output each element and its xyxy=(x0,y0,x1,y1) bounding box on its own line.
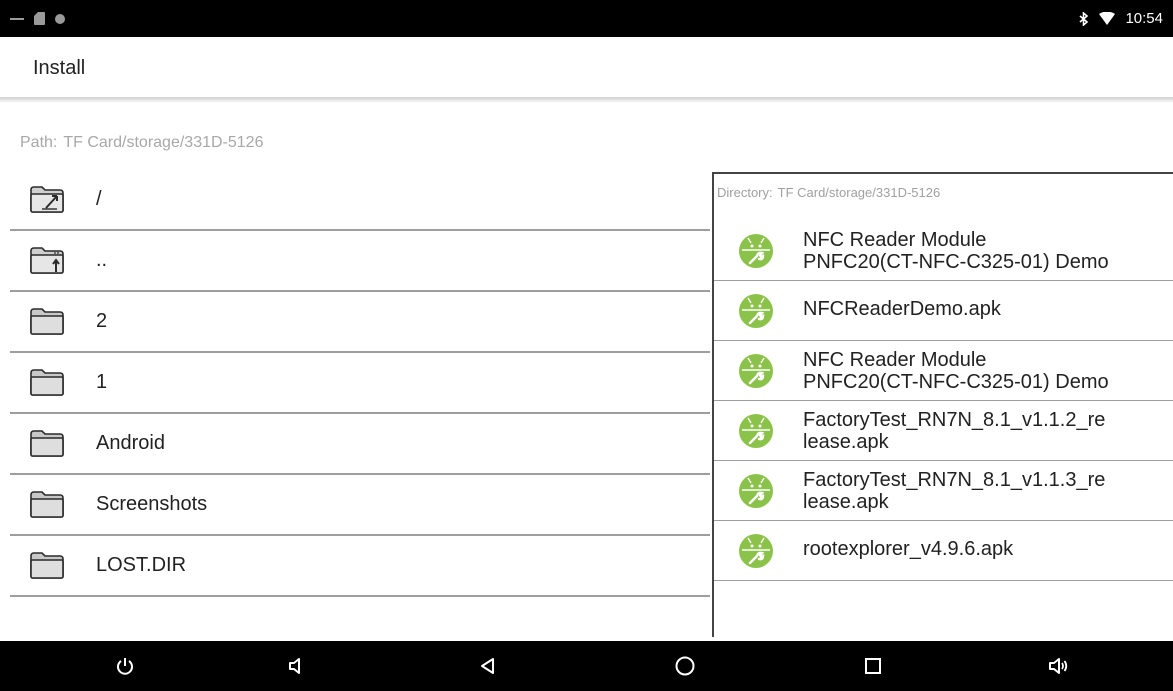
home-button[interactable] xyxy=(665,641,705,691)
apk-name: NFC Reader Module PNFC20(CT-NFC-C325-01)… xyxy=(803,229,1109,273)
status-bar: 10:54 xyxy=(0,0,1173,37)
apk-name: NFC Reader Module PNFC20(CT-NFC-C325-01)… xyxy=(803,349,1109,393)
android-apk-icon xyxy=(739,414,773,448)
back-button[interactable] xyxy=(468,641,508,691)
apk-row[interactable]: NFC Reader Module PNFC20(CT-NFC-C325-01)… xyxy=(714,221,1173,281)
android-apk-icon xyxy=(739,234,773,268)
directory-header: Directory: TF Card/storage/331D-5126 xyxy=(717,185,940,200)
folder-up-icon xyxy=(30,247,64,274)
folder-icon xyxy=(30,491,64,518)
power-button[interactable] xyxy=(105,641,145,691)
minus-icon xyxy=(10,17,24,20)
file-name: / xyxy=(96,188,102,210)
page-title: Install xyxy=(33,57,86,79)
path-bar: Path: TF Card/storage/331D-5126 xyxy=(20,134,263,152)
apk-row[interactable]: FactoryTest_RN7N_8.1_v1.1.2_re lease.apk xyxy=(714,401,1173,461)
power-icon xyxy=(117,658,133,675)
navigation-bar xyxy=(0,641,1173,691)
file-name: LOST.DIR xyxy=(96,554,187,576)
directory-value: TF Card/storage/331D-5126 xyxy=(777,185,941,200)
directory-label: Directory: xyxy=(717,185,773,200)
folder-root-icon xyxy=(30,186,64,213)
recents-icon xyxy=(865,658,881,674)
volume-down-icon xyxy=(289,658,300,674)
apk-picker-dialog: Directory: TF Card/storage/331D-5126 NFC … xyxy=(712,172,1173,637)
android-apk-icon xyxy=(739,294,773,328)
file-row-root[interactable]: / xyxy=(10,170,710,231)
folder-row[interactable]: 1 xyxy=(10,353,710,414)
folder-icon xyxy=(30,552,64,579)
status-time: 10:54 xyxy=(1125,10,1163,27)
folder-icon xyxy=(30,430,64,457)
record-icon xyxy=(55,13,65,24)
apk-name: rootexplorer_v4.9.6.apk xyxy=(803,538,1014,560)
android-apk-icon xyxy=(739,354,773,388)
file-name: .. xyxy=(96,249,108,271)
path-label: Path: xyxy=(20,134,58,151)
bluetooth-icon xyxy=(1079,11,1089,26)
file-name: 2 xyxy=(96,310,108,332)
back-icon xyxy=(481,658,494,674)
path-value: TF Card/storage/331D-5126 xyxy=(63,134,264,151)
home-icon xyxy=(675,656,695,676)
action-bar: Install xyxy=(0,37,1173,97)
folder-icon xyxy=(30,308,64,335)
apk-name: FactoryTest_RN7N_8.1_v1.1.2_re lease.apk xyxy=(803,409,1106,453)
file-name: 1 xyxy=(96,371,108,393)
action-bar-shadow xyxy=(0,97,1173,103)
apk-row[interactable]: FactoryTest_RN7N_8.1_v1.1.3_re lease.apk xyxy=(714,461,1173,521)
android-apk-icon xyxy=(739,534,773,568)
apk-row[interactable]: rootexplorer_v4.9.6.apk xyxy=(714,521,1173,581)
folder-row[interactable]: Android xyxy=(10,414,710,475)
folder-row[interactable]: Screenshots xyxy=(10,475,710,536)
recents-button[interactable] xyxy=(853,641,893,691)
volume-up-button[interactable] xyxy=(1038,641,1078,691)
apk-list: NFC Reader Module PNFC20(CT-NFC-C325-01)… xyxy=(714,221,1173,581)
wifi-icon xyxy=(1099,12,1116,25)
volume-down-button[interactable] xyxy=(276,641,316,691)
file-name: Android xyxy=(96,432,165,454)
file-row-parent[interactable]: .. xyxy=(10,231,710,292)
sd-card-icon xyxy=(34,12,45,25)
apk-name: FactoryTest_RN7N_8.1_v1.1.3_re lease.apk xyxy=(803,469,1106,513)
folder-row[interactable]: 2 xyxy=(10,292,710,353)
file-list: / .. 2 1 Android Screenshots LOST.DIR xyxy=(10,170,710,597)
apk-name: NFCReaderDemo.apk xyxy=(803,298,1001,320)
volume-up-icon xyxy=(1049,658,1068,674)
android-apk-icon xyxy=(739,474,773,508)
folder-icon xyxy=(30,369,64,396)
apk-row[interactable]: NFC Reader Module PNFC20(CT-NFC-C325-01)… xyxy=(714,341,1173,401)
file-name: Screenshots xyxy=(96,493,208,515)
apk-row[interactable]: NFCReaderDemo.apk xyxy=(714,281,1173,341)
folder-row[interactable]: LOST.DIR xyxy=(10,536,710,597)
